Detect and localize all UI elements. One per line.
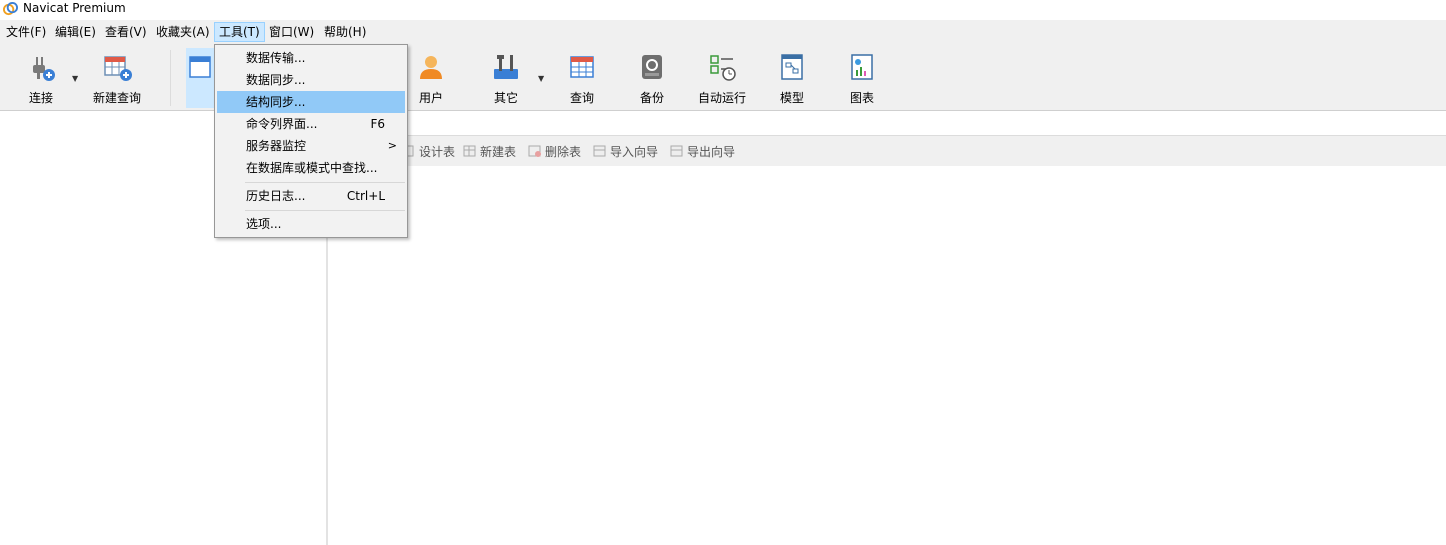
window-title: Navicat Premium bbox=[23, 1, 126, 15]
menu-item-label: 服务器监控 bbox=[246, 139, 307, 153]
navicat-logo-icon bbox=[3, 1, 18, 16]
backup-button[interactable]: 备份 bbox=[622, 48, 682, 108]
menu-file[interactable]: 文件(F) bbox=[2, 22, 50, 42]
user-label: 用户 bbox=[418, 91, 443, 105]
new-table-icon bbox=[463, 145, 476, 157]
delete-table-button[interactable]: 删除表 bbox=[528, 144, 581, 160]
menu-item-data-sync[interactable]: 数据同步... bbox=[217, 69, 405, 91]
other-button[interactable]: 其它 bbox=[476, 48, 536, 108]
delete-table-icon bbox=[528, 145, 541, 157]
model-label: 模型 bbox=[779, 91, 804, 105]
table-button[interactable] bbox=[186, 48, 216, 108]
new-table-label: 新建表 bbox=[480, 145, 517, 159]
menu-item-label: 选项... bbox=[246, 217, 282, 231]
other-dropdown-arrow-icon[interactable]: ▼ bbox=[538, 74, 544, 83]
new-query-label: 新建查询 bbox=[92, 91, 141, 105]
tools-icon bbox=[494, 55, 518, 79]
connect-label: 连接 bbox=[28, 91, 53, 105]
tools-menu: 数据传输... 数据同步... 结构同步... 命令列界面... F6 服务器监… bbox=[214, 44, 408, 238]
object-toolbar: 设计表 新建表 删除表 导入向导 导出向导 bbox=[328, 136, 1446, 166]
menu-window[interactable]: 窗口(W) bbox=[265, 22, 318, 42]
chart-button[interactable]: 图表 bbox=[832, 48, 892, 108]
export-wizard-label: 导出向导 bbox=[687, 145, 736, 159]
user-icon bbox=[420, 56, 442, 79]
model-button[interactable]: 模型 bbox=[762, 48, 822, 108]
chart-icon bbox=[851, 54, 873, 80]
other-label: 其它 bbox=[493, 91, 518, 105]
auto-run-button[interactable]: 自动运行 bbox=[692, 48, 752, 108]
import-wizard-label: 导入向导 bbox=[610, 145, 659, 159]
menu-separator bbox=[245, 210, 405, 211]
query-button[interactable]: 查询 bbox=[552, 48, 612, 108]
delete-table-label: 删除表 bbox=[545, 145, 582, 159]
title-bar: Navicat Premium bbox=[0, 0, 1446, 18]
menu-view[interactable]: 查看(V) bbox=[101, 22, 151, 42]
menu-item-structure-sync[interactable]: 结构同步... bbox=[217, 91, 405, 113]
menu-item-label: 在数据库或模式中查找... bbox=[246, 161, 378, 175]
menu-item-label: 数据传输... bbox=[246, 51, 306, 65]
connect-dropdown-arrow-icon[interactable]: ▼ bbox=[72, 74, 78, 83]
query-label: 查询 bbox=[569, 91, 594, 105]
plug-icon bbox=[33, 57, 55, 81]
menu-favorites[interactable]: 收藏夹(A) bbox=[152, 22, 214, 42]
menu-item-label: 结构同步... bbox=[246, 95, 306, 109]
new-table-button[interactable]: 新建表 bbox=[463, 144, 516, 160]
design-table-button[interactable]: 设计表 bbox=[402, 144, 455, 160]
menu-bar: 文件(F) 编辑(E) 查看(V) 收藏夹(A) 工具(T) 窗口(W) 帮助(… bbox=[0, 20, 1446, 44]
menu-edit[interactable]: 编辑(E) bbox=[51, 22, 100, 42]
table-icon bbox=[189, 56, 211, 78]
toolbar-separator bbox=[170, 50, 171, 106]
menu-item-label: 命令列界面... bbox=[246, 117, 318, 131]
new-query-icon bbox=[104, 56, 132, 81]
menu-item-console[interactable]: 命令列界面... F6 bbox=[217, 113, 405, 135]
backup-icon bbox=[642, 55, 662, 79]
menu-tools[interactable]: 工具(T) bbox=[214, 22, 265, 42]
menu-item-options[interactable]: 选项... bbox=[217, 213, 405, 235]
schedule-icon bbox=[710, 55, 736, 81]
export-wizard-icon bbox=[670, 145, 683, 157]
backup-label: 备份 bbox=[639, 91, 664, 105]
design-table-label: 设计表 bbox=[419, 145, 456, 159]
object-tab-bar bbox=[328, 111, 1446, 136]
menu-item-shortcut: F6 bbox=[370, 117, 385, 131]
user-button[interactable]: 用户 bbox=[401, 48, 461, 108]
menu-item-label: 历史日志... bbox=[246, 189, 306, 203]
connect-button[interactable]: 连接 bbox=[11, 48, 71, 108]
menu-item-find-in-database[interactable]: 在数据库或模式中查找... bbox=[217, 157, 405, 179]
chart-label: 图表 bbox=[849, 91, 874, 105]
menu-item-label: 数据同步... bbox=[246, 73, 306, 87]
menu-help[interactable]: 帮助(H) bbox=[320, 22, 370, 42]
submenu-arrow-icon: > bbox=[387, 139, 397, 152]
menu-item-server-monitor[interactable]: 服务器监控 > bbox=[217, 135, 405, 157]
query-icon bbox=[570, 56, 594, 78]
model-icon bbox=[781, 54, 803, 80]
auto-run-label: 自动运行 bbox=[697, 91, 746, 105]
import-wizard-button[interactable]: 导入向导 bbox=[593, 144, 658, 160]
export-wizard-button[interactable]: 导出向导 bbox=[670, 144, 735, 160]
menu-item-shortcut: Ctrl+L bbox=[346, 189, 385, 203]
menu-item-history-log[interactable]: 历史日志... Ctrl+L bbox=[217, 185, 405, 207]
new-query-button[interactable]: 新建查询 bbox=[87, 48, 147, 108]
import-wizard-icon bbox=[593, 145, 606, 157]
menu-item-data-transfer[interactable]: 数据传输... bbox=[217, 47, 405, 69]
menu-separator bbox=[245, 182, 405, 183]
